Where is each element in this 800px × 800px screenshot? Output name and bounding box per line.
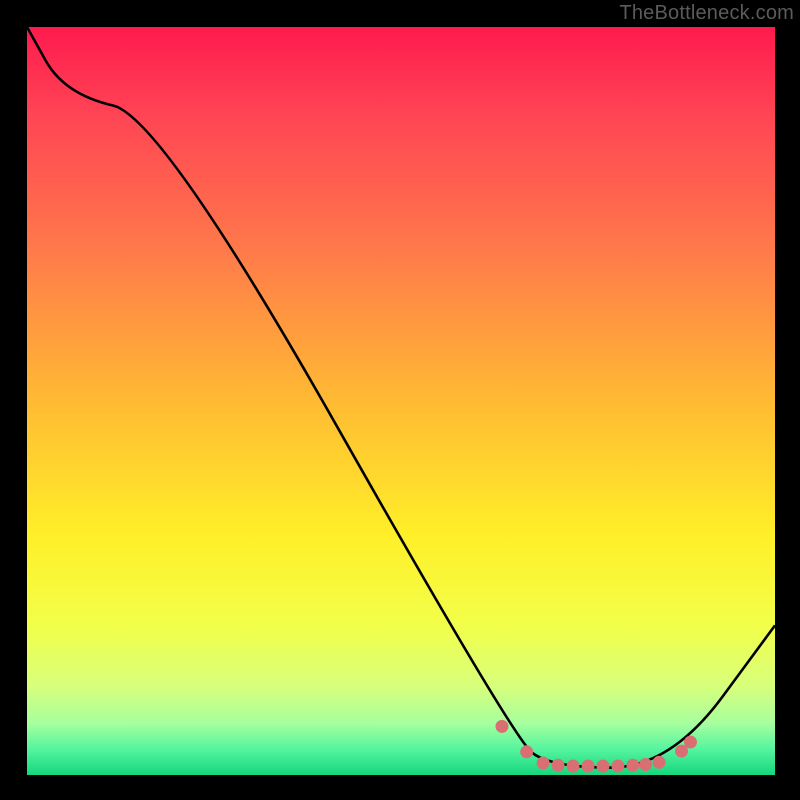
optimal-point xyxy=(653,756,666,769)
bottleneck-chart xyxy=(0,0,800,800)
optimal-point xyxy=(684,736,697,749)
optimal-point xyxy=(537,757,550,770)
attribution-label: TheBottleneck.com xyxy=(619,2,794,25)
optimal-point xyxy=(552,759,565,772)
optimal-point xyxy=(596,760,609,773)
optimal-point xyxy=(611,760,624,773)
optimal-point xyxy=(520,745,533,758)
chart-container: TheBottleneck.com xyxy=(0,0,800,800)
chart-background xyxy=(27,27,775,775)
optimal-point xyxy=(639,758,652,771)
optimal-point xyxy=(567,760,580,773)
optimal-point xyxy=(495,720,508,733)
optimal-point xyxy=(582,760,595,773)
optimal-point xyxy=(626,759,639,772)
